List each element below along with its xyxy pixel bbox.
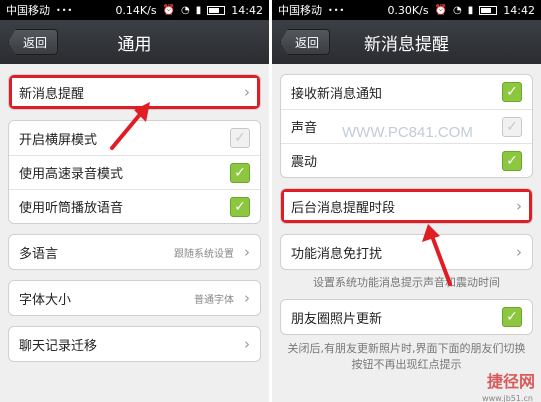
network-speed: 0.30K/s	[387, 3, 429, 17]
checkbox-checked-icon[interactable]: ✓	[230, 196, 250, 217]
chevron-right-icon: ›	[244, 83, 250, 101]
battery-icon	[207, 5, 226, 15]
screen-new-message-alerts: 中国移动 ••• 0.30K/s ⏰ ◔ ▮ 14:42 返回 新消息提醒 接收…	[272, 0, 541, 402]
font-size-item[interactable]: 字体大小 普通字体 ›	[9, 281, 260, 315]
clock: 14:42	[503, 3, 535, 17]
language-item[interactable]: 多语言 跟随系统设置 ›	[9, 235, 260, 269]
signal-icon: ▮	[195, 4, 202, 16]
item-label: 字体大小	[19, 292, 72, 308]
chevron-right-icon: ›	[244, 243, 250, 261]
notification-dots: •••	[56, 5, 74, 15]
wifi-icon: ◔	[181, 4, 190, 16]
status-bar: 中国移动 ••• 0.30K/s ⏰ ◔ ▮ 14:42	[272, 0, 541, 20]
notification-dots: •••	[328, 5, 346, 15]
item-label: 震动	[291, 155, 318, 170]
dnd-note: 设置系统功能消息提示声音和震动时间	[313, 276, 500, 289]
item-label: 接收新消息通知	[291, 86, 383, 102]
chat-migration-item[interactable]: 聊天记录迁移 ›	[9, 327, 260, 361]
background-alert-schedule-item[interactable]: 后台消息提醒时段 ›	[281, 189, 532, 223]
item-label: 使用高速录音模式	[19, 167, 124, 182]
wifi-icon: ◔	[453, 4, 462, 16]
function-message-dnd-item[interactable]: 功能消息免打扰 ›	[281, 235, 532, 269]
chevron-right-icon: ›	[244, 335, 250, 353]
checkbox-unchecked-icon[interactable]: ✓	[502, 116, 522, 137]
watermark-site: www.jb51.cn	[482, 394, 533, 402]
page-title: 通用	[117, 34, 152, 55]
screen-general-settings: 中国移动 ••• 0.14K/s ⏰ ◔ ▮ 14:42 返回 通用 新消息提醒…	[0, 0, 269, 402]
item-value: 普通字体	[194, 294, 234, 306]
item-label: 新消息提醒	[19, 86, 85, 102]
settings-group-schedule: 后台消息提醒时段 ›	[280, 188, 533, 224]
back-button[interactable]: 返回	[280, 29, 331, 55]
settings-group-moments: 朋友圈照片更新 ✓	[280, 299, 533, 335]
settings-group-modes: 开启横屏模式 ✓ 使用高速录音模式 ✓ 使用听筒播放语音 ✓	[8, 120, 261, 224]
item-label: 聊天记录迁移	[19, 338, 98, 354]
item-label: 朋友圈照片更新	[291, 311, 383, 327]
checkbox-checked-icon[interactable]: ✓	[502, 82, 522, 102]
landscape-mode-item[interactable]: 开启横屏模式 ✓	[9, 121, 260, 155]
moments-note: 关闭后,有朋友更新照片时,界面下面的朋友们切换按钮不再出现红点提示	[287, 342, 526, 371]
sound-item[interactable]: 声音 ✓	[281, 109, 532, 143]
clock: 14:42	[231, 3, 263, 17]
vibrate-item[interactable]: 震动 ✓	[281, 143, 532, 177]
checkbox-unchecked-icon[interactable]: ✓	[230, 128, 250, 148]
new-message-alerts-item[interactable]: 新消息提醒 ›	[9, 75, 260, 109]
signal-icon: ▮	[467, 4, 474, 16]
item-label: 开启横屏模式	[19, 132, 98, 148]
earpiece-playback-item[interactable]: 使用听筒播放语音 ✓	[9, 189, 260, 223]
page-title: 新消息提醒	[364, 34, 449, 55]
carrier-label: 中国移动	[6, 4, 50, 17]
item-label: 多语言	[19, 246, 59, 262]
carrier-label: 中国移动	[278, 4, 322, 17]
network-speed: 0.14K/s	[115, 3, 157, 17]
settings-group-migrate: 聊天记录迁移 ›	[8, 326, 261, 362]
nav-bar: 返回 通用	[0, 20, 269, 64]
item-label: 功能消息免打扰	[291, 246, 383, 262]
receive-notifications-item[interactable]: 接收新消息通知 ✓	[281, 75, 532, 109]
settings-group-font: 字体大小 普通字体 ›	[8, 280, 261, 316]
chevron-right-icon: ›	[516, 197, 522, 215]
alarm-icon: ⏰	[162, 4, 176, 16]
nav-bar: 返回 新消息提醒	[272, 20, 541, 64]
settings-group-language: 多语言 跟随系统设置 ›	[8, 234, 261, 270]
hq-recording-item[interactable]: 使用高速录音模式 ✓	[9, 155, 260, 189]
chevron-right-icon: ›	[244, 289, 250, 307]
moments-photo-updates-item[interactable]: 朋友圈照片更新 ✓	[281, 300, 532, 334]
checkbox-checked-icon[interactable]: ✓	[502, 150, 522, 171]
alarm-icon: ⏰	[434, 4, 448, 16]
settings-group-notifications: 新消息提醒 ›	[8, 74, 261, 110]
status-bar: 中国移动 ••• 0.14K/s ⏰ ◔ ▮ 14:42	[0, 0, 269, 20]
item-label: 使用听筒播放语音	[19, 201, 124, 216]
settings-group-dnd: 功能消息免打扰 ›	[280, 234, 533, 270]
item-label: 声音	[291, 121, 318, 136]
back-button[interactable]: 返回	[8, 29, 59, 55]
item-value: 跟随系统设置	[174, 248, 234, 260]
item-label: 后台消息提醒时段	[291, 200, 396, 216]
battery-icon	[479, 5, 498, 15]
checkbox-checked-icon[interactable]: ✓	[230, 162, 250, 183]
chevron-right-icon: ›	[516, 243, 522, 261]
settings-group-receive: 接收新消息通知 ✓ 声音 ✓ 震动 ✓	[280, 74, 533, 178]
checkbox-checked-icon[interactable]: ✓	[502, 307, 522, 327]
